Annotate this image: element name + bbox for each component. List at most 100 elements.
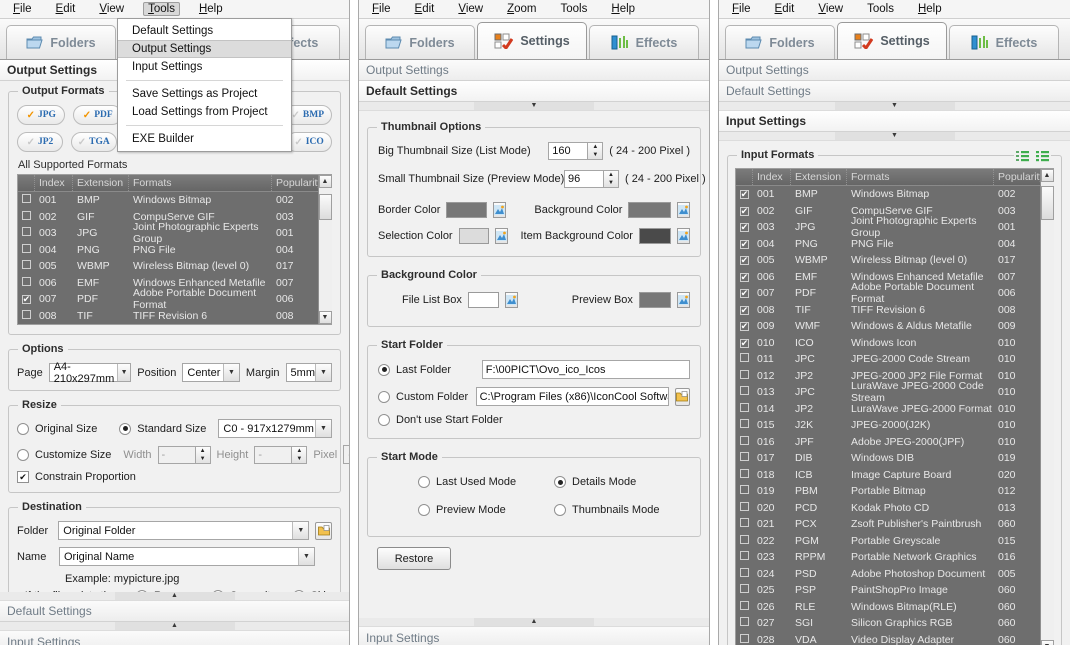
big-thumbnail-input[interactable]: 160 xyxy=(548,142,589,160)
row-checkbox[interactable] xyxy=(18,194,35,206)
folder-combo[interactable]: Original Folder ▼ xyxy=(58,521,310,540)
chip-ico[interactable]: ✓ ICO xyxy=(286,132,332,152)
menu-view[interactable]: View xyxy=(94,2,129,16)
radio-customize-size[interactable] xyxy=(17,448,29,461)
accordion-input-settings[interactable]: Input Settings xyxy=(719,111,1070,132)
accordion-output-settings[interactable]: Output Settings xyxy=(359,60,709,81)
splitter-1[interactable]: ▲ xyxy=(0,592,349,601)
scroll-up-icon[interactable]: ▲ xyxy=(318,175,332,188)
row-checkbox[interactable]: ✔ xyxy=(736,287,753,299)
table-row[interactable]: 005 WBMP Wireless Bitmap (level 0) 017 xyxy=(18,258,318,275)
row-checkbox[interactable] xyxy=(736,468,753,481)
preview-color-picker-icon[interactable] xyxy=(677,292,690,308)
radio-last-folder[interactable] xyxy=(378,363,390,376)
accordion-input-settings[interactable]: Input Settings xyxy=(0,631,349,645)
menu-help[interactable]: Help xyxy=(913,2,947,16)
row-checkbox[interactable]: ✔ xyxy=(736,271,753,283)
selection-color-swatch[interactable] xyxy=(458,228,490,244)
tab-effects[interactable]: Effects xyxy=(949,25,1059,59)
menu-edit[interactable]: Edit xyxy=(770,2,800,16)
menu-tools[interactable]: Tools xyxy=(862,2,899,16)
row-checkbox[interactable] xyxy=(736,633,753,645)
table-row[interactable]: ✔ 009 WMF Windows & Aldus Metafile 009 xyxy=(736,318,1040,335)
menu-file[interactable]: File xyxy=(727,2,756,16)
checkbox-constrain-proportion[interactable] xyxy=(17,471,29,483)
item-background-color-picker-icon[interactable] xyxy=(677,228,690,244)
chevron-down-icon[interactable]: ▼ xyxy=(298,548,314,565)
tab-folders[interactable]: Folders xyxy=(725,25,835,59)
input-formats-list[interactable]: Index Extension Formats Popularity ✔ 001 B… xyxy=(735,168,1054,645)
tab-folders[interactable]: Folders xyxy=(365,25,475,59)
menu-save-settings-as-project[interactable]: Save Settings as Project xyxy=(118,85,291,103)
big-thumbnail-stepper[interactable]: ▲ ▼ xyxy=(588,142,604,160)
row-checkbox[interactable]: ✔ xyxy=(736,221,753,233)
chip-jpg[interactable]: ✓ JPG xyxy=(17,105,66,125)
row-checkbox[interactable] xyxy=(18,260,35,272)
row-checkbox[interactable] xyxy=(18,276,35,289)
row-checkbox[interactable] xyxy=(736,452,753,464)
table-row[interactable]: 016 JPF Adobe JPEG-2000(JPF) 010 xyxy=(736,434,1040,451)
menu-help[interactable]: Help xyxy=(194,2,228,16)
splitter-grip[interactable]: ▲ xyxy=(114,592,235,600)
standard-size-combo[interactable]: C0 - 917x1279mm ▼ xyxy=(218,419,332,438)
table-row[interactable]: ✔ 003 JPG Joint Photographic Experts Group 0… xyxy=(736,215,1040,239)
table-row[interactable]: 015 J2K JPEG-2000(J2K) 010 xyxy=(736,417,1040,434)
accordion-output-settings[interactable]: Output Settings xyxy=(719,60,1070,81)
accordion-default-settings[interactable]: Default Settings xyxy=(719,81,1070,102)
chevron-down-icon[interactable]: ▼ xyxy=(117,364,131,381)
tab-settings[interactable]: Settings xyxy=(837,22,947,59)
table-row[interactable]: 022 PGM Portable Greyscale 015 xyxy=(736,533,1040,550)
table-row[interactable]: ✔ 007 PDF Adobe Portable Document Format 006 xyxy=(18,287,318,311)
table-row[interactable]: 028 VDA Video Display Adapter 060 xyxy=(736,632,1040,645)
scroll-track[interactable] xyxy=(1040,182,1054,640)
row-checkbox[interactable] xyxy=(736,617,753,629)
table-row[interactable]: ✔ 010 ICO Windows Icon 010 xyxy=(736,335,1040,352)
table-row[interactable]: ✔ 005 WBMP Wireless Bitmap (level 0) 017 xyxy=(736,252,1040,269)
height-stepper[interactable]: ▲ ▼ xyxy=(292,445,308,464)
background-color-picker-icon[interactable] xyxy=(677,202,690,218)
menu-tools[interactable]: Tools xyxy=(556,2,593,16)
scroll-up-icon[interactable]: ▲ xyxy=(1040,169,1054,182)
table-row[interactable]: ✔ 004 PNG PNG File 004 xyxy=(736,236,1040,253)
table-row[interactable]: 001 BMP Windows Bitmap 002 xyxy=(18,192,318,209)
table-row[interactable]: ✔ 001 BMP Windows Bitmap 002 xyxy=(736,186,1040,203)
row-checkbox[interactable] xyxy=(18,243,35,256)
splitter-2[interactable]: ▲ xyxy=(0,622,349,631)
table-row[interactable]: 003 JPG Joint Photographic Experts Group 00… xyxy=(18,221,318,245)
table-row[interactable]: ✔ 007 PDF Adobe Portable Document Format 006 xyxy=(736,281,1040,305)
row-checkbox[interactable] xyxy=(736,600,753,613)
row-checkbox[interactable] xyxy=(736,369,753,382)
menu-edit[interactable]: Edit xyxy=(410,2,440,16)
table-row[interactable]: 027 SGI Silicon Graphics RGB 060 xyxy=(736,615,1040,632)
splitter-grip[interactable]: ▼ xyxy=(834,102,955,110)
table-row[interactable]: 011 JPC JPEG-2000 Code Stream 010 xyxy=(736,351,1040,368)
splitter-grip[interactable]: ▲ xyxy=(474,618,594,626)
small-thumbnail-input[interactable]: 96 xyxy=(564,170,604,188)
row-checkbox[interactable] xyxy=(18,309,35,322)
splitter-grip[interactable]: ▲ xyxy=(114,622,235,630)
select-list-icon[interactable] xyxy=(1016,150,1029,165)
accordion-default-settings[interactable]: Default Settings xyxy=(0,601,349,622)
menu-view[interactable]: View xyxy=(453,2,488,16)
radio-last-used-mode[interactable] xyxy=(418,476,430,488)
last-folder-input[interactable]: F:\00PICT\Ovo_ico_Icos xyxy=(481,360,690,379)
menu-default-settings[interactable]: Default Settings xyxy=(118,22,291,40)
border-color-picker-icon[interactable] xyxy=(493,202,507,218)
width-stepper[interactable]: ▲ ▼ xyxy=(195,445,211,464)
row-checkbox[interactable] xyxy=(736,419,753,431)
chevron-down-icon[interactable]: ▼ xyxy=(292,522,309,539)
row-checkbox[interactable]: ✔ xyxy=(18,293,35,305)
menu-file[interactable]: File xyxy=(8,2,37,16)
width-input[interactable]: - xyxy=(157,445,196,464)
custom-folder-input[interactable]: C:\Program Files (x86)\IconCool Software… xyxy=(475,387,669,406)
preview-box-swatch[interactable] xyxy=(638,292,671,308)
radio-custom-folder[interactable] xyxy=(378,390,390,403)
height-input[interactable]: - xyxy=(254,445,293,464)
row-checkbox[interactable]: ✔ xyxy=(736,188,753,200)
scroll-down-icon[interactable]: ▼ xyxy=(318,311,332,324)
scroll-track[interactable] xyxy=(318,188,332,311)
selection-color-picker-icon[interactable] xyxy=(495,228,509,244)
file-list-box-swatch[interactable] xyxy=(467,292,499,308)
table-row[interactable]: 019 PBM Portable Bitmap 012 xyxy=(736,483,1040,500)
row-checkbox[interactable] xyxy=(736,386,753,398)
